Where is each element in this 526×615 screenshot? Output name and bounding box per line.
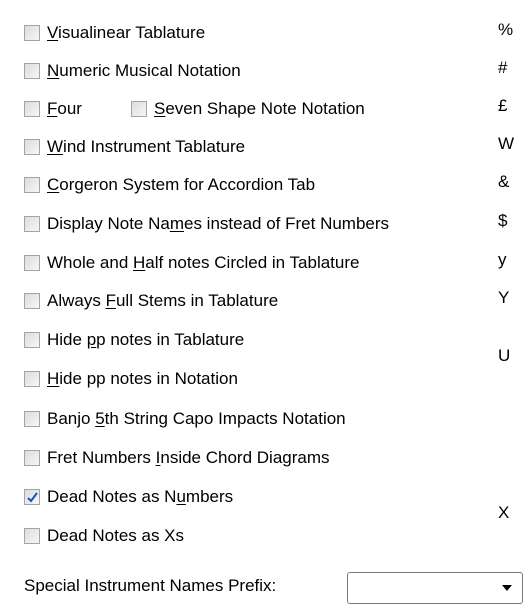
option-four-shape-note[interactable]: Four: [24, 96, 82, 122]
checkbox[interactable]: [24, 139, 40, 155]
checkbox[interactable]: [24, 63, 40, 79]
option-label: Fret Numbers Inside Chord Diagrams: [47, 448, 330, 467]
checkbox[interactable]: [24, 489, 40, 505]
shortcut-key: Y: [498, 288, 510, 307]
option-seven-shape-note-notation[interactable]: Seven Shape Note Notation: [131, 96, 365, 122]
option-corgeron-system[interactable]: Corgeron System for Accordion Tab: [24, 172, 315, 198]
shortcut-key: X: [498, 503, 510, 522]
shortcut-key: &: [498, 172, 510, 191]
chevron-down-icon[interactable]: [502, 585, 512, 591]
checkbox[interactable]: [24, 411, 40, 427]
option-label: Whole and Half notes Circled in Tablatur…: [47, 253, 360, 272]
option-label: Numeric Musical Notation: [47, 61, 241, 80]
shortcut-key: #: [498, 58, 508, 77]
option-label: Seven Shape Note Notation: [154, 99, 365, 118]
option-always-full-stems[interactable]: Always Full Stems in Tablature: [24, 288, 278, 314]
checkbox[interactable]: [24, 528, 40, 544]
option-label: Dead Notes as Xs: [47, 526, 185, 545]
option-wind-instrument-tablature[interactable]: Wind Instrument Tablature: [24, 134, 245, 160]
option-display-note-names[interactable]: Display Note Names instead of Fret Numbe…: [24, 211, 389, 237]
option-whole-half-notes-circled[interactable]: Whole and Half notes Circled in Tablatur…: [24, 250, 359, 276]
option-label: Banjo 5th String Capo Impacts Notation: [47, 409, 346, 428]
option-label: Hide pp notes in Tablature: [47, 330, 245, 349]
checkbox[interactable]: [24, 371, 40, 387]
shortcut-key: $: [498, 211, 508, 230]
option-label: Visualinear Tablature: [47, 23, 206, 42]
option-numeric-musical-notation[interactable]: Numeric Musical Notation: [24, 58, 241, 84]
checkbox[interactable]: [24, 293, 40, 309]
checkbox[interactable]: [24, 101, 40, 117]
option-dead-notes-as-numbers[interactable]: Dead Notes as Numbers: [24, 484, 233, 510]
shortcut-key: W: [498, 134, 515, 153]
checkbox[interactable]: [24, 332, 40, 348]
checkbox[interactable]: [24, 450, 40, 466]
option-label: Display Note Names instead of Fret Numbe…: [47, 214, 390, 233]
option-hide-pp-notation[interactable]: Hide pp notes in Notation: [24, 366, 238, 392]
option-banjo-5th-string-capo[interactable]: Banjo 5th String Capo Impacts Notation: [24, 406, 346, 432]
prefix-label: Special Instrument Names Prefix:: [24, 576, 277, 595]
shortcut-key: £: [498, 96, 508, 115]
prefix-dropdown[interactable]: [347, 572, 523, 604]
option-label: Always Full Stems in Tablature: [47, 291, 279, 310]
option-label: Dead Notes as Numbers: [47, 487, 234, 506]
option-dead-notes-as-xs[interactable]: Dead Notes as Xs: [24, 523, 184, 549]
checkbox[interactable]: [24, 177, 40, 193]
shortcut-key: %: [498, 20, 514, 39]
checkbox[interactable]: [131, 101, 147, 117]
checkbox[interactable]: [24, 255, 40, 271]
option-label: Corgeron System for Accordion Tab: [47, 175, 316, 194]
option-hide-pp-tablature[interactable]: Hide pp notes in Tablature: [24, 327, 244, 353]
checkbox[interactable]: [24, 25, 40, 41]
option-label: Hide pp notes in Notation: [47, 369, 238, 388]
checkbox[interactable]: [24, 216, 40, 232]
option-visualinear-tablature[interactable]: Visualinear Tablature: [24, 20, 205, 46]
option-fret-numbers-inside-chord[interactable]: Fret Numbers Inside Chord Diagrams: [24, 445, 330, 471]
shortcut-key: U: [498, 346, 511, 365]
option-label: Four: [47, 99, 82, 118]
shortcut-key: y: [498, 250, 507, 269]
option-label: Wind Instrument Tablature: [47, 137, 246, 156]
